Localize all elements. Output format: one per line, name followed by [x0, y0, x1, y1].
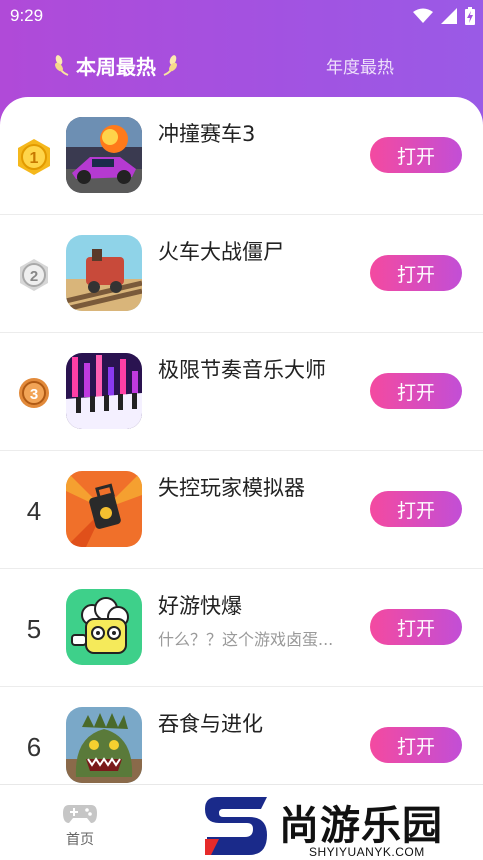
svg-text:2: 2: [30, 268, 38, 285]
tab-weekly-hot[interactable]: 本周最热: [54, 48, 178, 82]
app-icon-crash-racing[interactable]: [66, 117, 142, 193]
nav-home-label: 首页: [66, 832, 94, 848]
app-icon-out-of-control[interactable]: [66, 471, 142, 547]
list-item[interactable]: 5 好游快爆 什么？？这个游戏卤蛋... 打开: [0, 569, 483, 687]
status-time: 9:29: [10, 6, 44, 25]
list-item[interactable]: 3 极限节奏音乐大师 打开: [0, 333, 483, 451]
open-button[interactable]: 打开: [370, 609, 462, 645]
list-item[interactable]: 4 失控玩家模拟器 打开: [0, 451, 483, 569]
signal-icon: [441, 8, 457, 24]
gold-medal-icon: 1: [14, 137, 54, 177]
open-button[interactable]: 打开: [370, 491, 462, 527]
nav-home[interactable]: 首页: [50, 801, 110, 851]
rank-number: 4: [26, 495, 42, 526]
app-icon-devour-evolve[interactable]: [66, 707, 142, 783]
rank-tabs: 本周最热 年度最热: [0, 48, 483, 82]
ranking-list: 1 冲撞赛车3 打开 2 火车大战僵尸 打开 3 极限节奏音乐大师 打开 4 失…: [0, 97, 483, 797]
app-name: 极限节奏音乐大师: [158, 358, 326, 382]
bottom-navigation: 首页 尚游乐园 SHYIYUANYK.COM: [0, 784, 483, 860]
app-icon-train-zombie[interactable]: [66, 235, 142, 311]
open-button[interactable]: 打开: [370, 255, 462, 291]
svg-text:3: 3: [30, 386, 38, 403]
rank-number: 5: [26, 613, 42, 644]
tab-weekly-label: 本周最热: [76, 54, 156, 79]
wifi-icon: [413, 8, 433, 23]
app-name: 冲撞赛车3: [158, 122, 256, 146]
list-item[interactable]: 1 冲撞赛车3 打开: [0, 97, 483, 215]
app-icon-haoyou-kuaibao[interactable]: [66, 589, 142, 665]
svg-text:1: 1: [30, 150, 39, 167]
battery-icon: [465, 7, 475, 25]
app-name: 失控玩家模拟器: [158, 476, 305, 500]
system-icons: [413, 7, 475, 25]
app-icon-rhythm-master[interactable]: [66, 353, 142, 429]
open-button[interactable]: 打开: [370, 137, 462, 173]
laurel-right-icon: [163, 55, 177, 76]
app-name: 吞食与进化: [158, 712, 263, 736]
app-name: 火车大战僵尸: [158, 240, 284, 264]
silver-medal-icon: 2: [14, 255, 54, 295]
app-name: 好游快爆: [158, 594, 242, 618]
app-description: 什么？？这个游戏卤蛋...: [158, 630, 334, 649]
status-bar: 9:29: [0, 0, 483, 32]
laurel-left-icon: [55, 55, 69, 76]
open-button[interactable]: 打开: [370, 373, 462, 409]
tab-yearly-hot[interactable]: 年度最热: [326, 48, 394, 82]
watermark-logo: [205, 797, 267, 855]
watermark-title: 尚游乐园: [279, 803, 443, 849]
list-item[interactable]: 2 火车大战僵尸 打开: [0, 215, 483, 333]
watermark-url: SHYIYUANYK.COM: [309, 845, 425, 859]
rank-number: 6: [26, 731, 42, 762]
bronze-medal-icon: 3: [14, 373, 54, 413]
open-button[interactable]: 打开: [370, 727, 462, 763]
gamepad-icon: [63, 805, 97, 823]
tab-yearly-label: 年度最热: [326, 57, 394, 78]
watermark: 尚游乐园 SHYIYUANYK.COM: [203, 793, 483, 860]
